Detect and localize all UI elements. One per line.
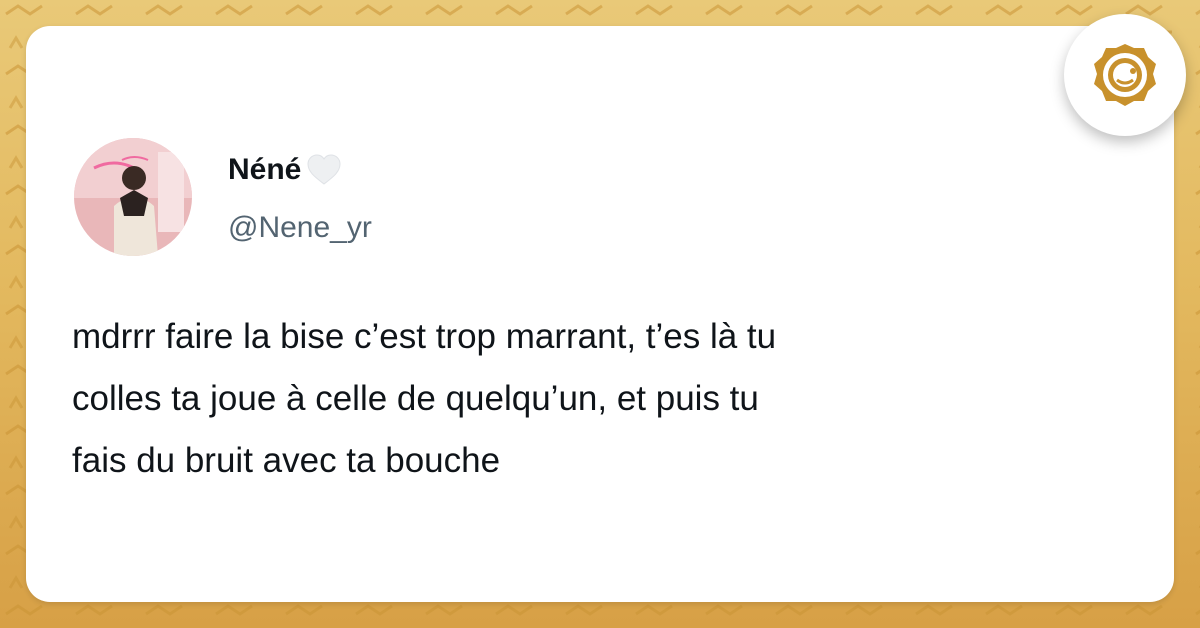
display-name[interactable]: Néné — [228, 150, 343, 190]
tweet-text-line: fais du bruit avec ta bouche — [72, 441, 501, 480]
tweet-text-line: mdrrr faire la bise c’est trop marrant, … — [72, 317, 777, 356]
avatar[interactable] — [74, 138, 192, 256]
tweet-text: mdrrr faire la bise c’est trop marrant, … — [72, 306, 1132, 492]
user-handle[interactable]: @Nene_yr — [228, 208, 372, 248]
brand-logo-badge — [1064, 14, 1186, 136]
display-name-text: Néné — [228, 153, 302, 186]
white-heart-icon — [305, 153, 343, 187]
brand-logo-icon — [1094, 44, 1156, 106]
tweet-text-line: colles ta joue à celle de quelqu’un, et … — [72, 379, 759, 418]
